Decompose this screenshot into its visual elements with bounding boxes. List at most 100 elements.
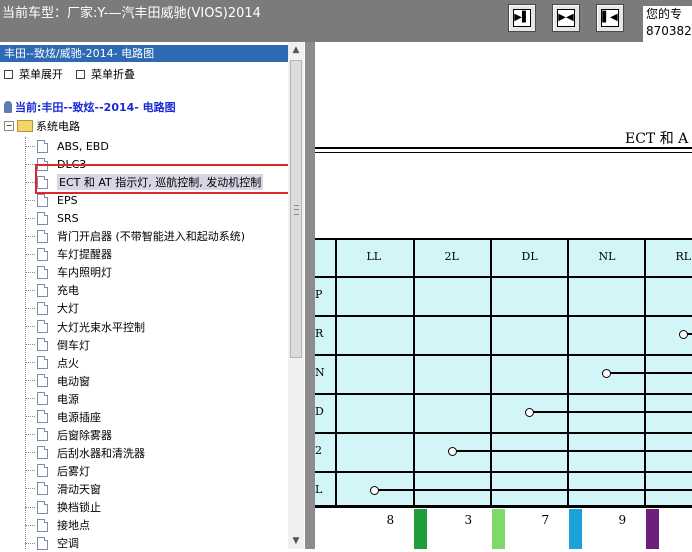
tree-branch	[25, 218, 35, 219]
spec-value: 8703820	[646, 23, 692, 40]
tree-item-label: 电动窗	[57, 373, 90, 389]
prev-button[interactable]: ▶▌	[508, 4, 536, 32]
tree-item[interactable]: 背门开启器 (不带智能进入和起动系统)	[25, 227, 245, 245]
tree-item[interactable]: SRS	[25, 209, 79, 227]
connection-line	[606, 372, 692, 374]
current-node[interactable]: 当前:丰田--致炫--2014- 电路图	[4, 99, 176, 115]
tree-branch	[25, 398, 35, 399]
collapse-node-icon[interactable]: −	[4, 121, 14, 131]
tree-item-label: SRS	[57, 212, 79, 225]
tree-item[interactable]: ABS, EBD	[25, 137, 109, 155]
tree-item[interactable]: 电源插座	[25, 408, 101, 426]
connection-line	[374, 489, 692, 491]
switch-table: LL2LDLNLRLPRND2L	[315, 238, 692, 508]
grid-row-line	[315, 315, 692, 317]
tree-item-label: 后刮水器和清洗器	[57, 445, 145, 461]
tree-item-label: 后雾灯	[57, 463, 90, 479]
document-icon	[37, 320, 48, 333]
tree-branch	[25, 470, 35, 471]
scroll-up-icon[interactable]: ▲	[288, 42, 304, 58]
bottom-rule	[315, 505, 692, 507]
tree-item[interactable]: 点火	[25, 354, 79, 372]
document-icon	[37, 446, 48, 459]
tree-branch	[25, 182, 35, 183]
tree-branch	[25, 525, 35, 526]
document-icon	[37, 230, 48, 243]
tree-item[interactable]: 接地点	[25, 516, 90, 534]
panel-splitter[interactable]	[305, 42, 315, 549]
tree-branch	[25, 507, 35, 508]
tree-item[interactable]: 车灯提醒器	[25, 245, 112, 263]
tree-item[interactable]: 空调	[25, 534, 79, 552]
tree-item-label: 接地点	[57, 517, 90, 533]
tree-item[interactable]: 充电	[25, 281, 79, 299]
document-icon	[37, 248, 48, 261]
document-icon	[37, 482, 48, 495]
tree-item-label: 大灯	[57, 300, 79, 316]
spec-label: 您的专	[646, 6, 692, 23]
fit-button[interactable]: ▶◀	[552, 4, 580, 32]
system-circuit-folder[interactable]: − 系统电路	[4, 118, 80, 134]
tree-branch	[25, 488, 35, 489]
tree-item-label: 换档锁止	[57, 499, 101, 515]
wire	[492, 509, 505, 549]
tree-item[interactable]: 换档锁止	[25, 498, 101, 516]
document-icon	[37, 194, 48, 207]
document-icon	[37, 356, 48, 369]
tree-item[interactable]: 大灯光束水平控制	[25, 318, 145, 336]
tree-branch	[25, 452, 35, 453]
tree-scrollbar[interactable]: ▲ ▼	[288, 42, 304, 549]
tree-item[interactable]: 电动窗	[25, 372, 90, 390]
column-header: RL	[676, 250, 692, 263]
system-circuit-label: 系统电路	[36, 118, 80, 134]
grid-row-line	[315, 354, 692, 356]
title-rule	[315, 147, 692, 149]
expand-menu-button[interactable]: 菜单展开	[4, 66, 63, 82]
connection-line	[452, 450, 692, 452]
grid-column-line	[567, 238, 569, 508]
tree-item-label: 后窗除雾器	[57, 427, 112, 443]
wire	[646, 509, 659, 549]
tree-branch	[25, 290, 35, 291]
grip-icon	[294, 205, 299, 215]
wire-number: 8	[387, 513, 395, 527]
tree-item[interactable]: 大灯	[25, 299, 79, 317]
tree-item-label: EPS	[57, 194, 78, 207]
column-header: 2L	[445, 250, 459, 263]
collapse-menu-button[interactable]: 菜单折叠	[76, 66, 135, 82]
terminal-dot	[370, 486, 379, 495]
wire-number: 7	[542, 513, 550, 527]
tree-branch	[25, 326, 35, 327]
fit-icon: ▶◀	[557, 9, 575, 27]
title-rule-thin	[315, 152, 692, 153]
grid-row-line	[315, 471, 692, 473]
tree-item-label: 背门开启器 (不带智能进入和起动系统)	[57, 228, 245, 244]
title-bar: 当前车型：厂家:Y-—汽丰田威驰(VIOS)2014 ▶▌ ▶◀ ▌◀ 您的专 …	[0, 0, 692, 42]
tree-item[interactable]: 后窗除雾器	[25, 426, 112, 444]
tree-item[interactable]: 倒车灯	[25, 336, 90, 354]
tree-item[interactable]: 车内照明灯	[25, 263, 112, 281]
tree-item[interactable]: 后刮水器和清洗器	[25, 444, 145, 462]
column-header: LL	[367, 250, 382, 263]
wiring-diagram[interactable]: ECT 和 A LL2LDLNLRLPRND2L 83791	[315, 42, 692, 549]
connection-line	[529, 411, 692, 413]
tree-branch	[25, 344, 35, 345]
globe-icon	[4, 101, 12, 113]
row-label: 2	[315, 444, 322, 457]
terminal-dot	[602, 369, 611, 378]
tree-item[interactable]: 滑动天窗	[25, 480, 101, 498]
tree-item-label: 滑动天窗	[57, 481, 101, 497]
document-icon	[37, 374, 48, 387]
scroll-down-icon[interactable]: ▼	[288, 533, 304, 549]
collapse-menu-label: 菜单折叠	[91, 66, 135, 82]
wire-number: 9	[619, 513, 627, 527]
next-button[interactable]: ▌◀	[596, 4, 624, 32]
scroll-thumb[interactable]	[290, 60, 302, 358]
tree-item[interactable]: 电源	[25, 390, 79, 408]
grid-row-line	[315, 393, 692, 395]
tree-item[interactable]: 后雾灯	[25, 462, 90, 480]
collapse-icon	[76, 70, 85, 79]
expand-menu-label: 菜单展开	[19, 66, 63, 82]
document-icon	[37, 428, 48, 441]
current-node-label: 当前:丰田--致炫--2014- 电路图	[15, 99, 176, 115]
